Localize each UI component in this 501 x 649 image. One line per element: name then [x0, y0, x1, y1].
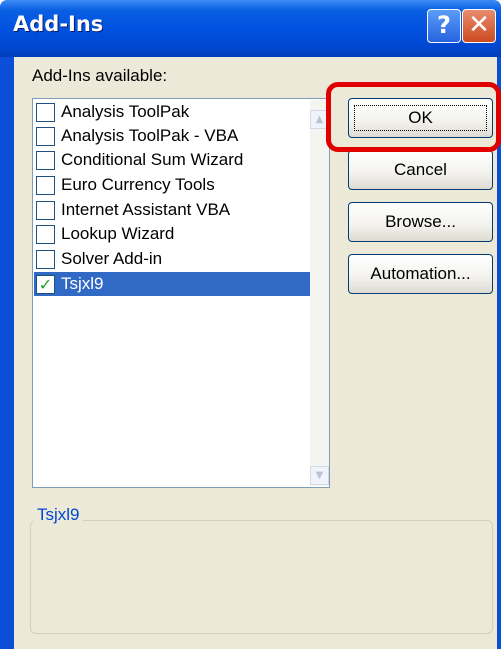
- browse-button[interactable]: Browse...: [348, 202, 493, 242]
- close-button[interactable]: ✕: [462, 9, 496, 43]
- checkbox[interactable]: [36, 250, 55, 269]
- list-item-conditional-sum-wizard[interactable]: Conditional Sum Wizard: [34, 148, 311, 172]
- add-ins-dialog: Add-Ins ? ✕ Add-Ins available: Analysis …: [0, 0, 501, 649]
- dialog-title: Add-Ins: [13, 12, 104, 36]
- scroll-down-button[interactable]: ▼: [310, 466, 329, 485]
- list-item-lookup-wizard[interactable]: Lookup Wizard: [34, 222, 311, 246]
- list-item-solver-add-in[interactable]: Solver Add-in: [34, 247, 311, 271]
- description-groupbox: [30, 520, 493, 634]
- checkbox[interactable]: [36, 103, 55, 122]
- description-groupbox-title: Tsjxl9: [34, 505, 83, 525]
- cancel-button-label: Cancel: [394, 160, 447, 179]
- checkbox[interactable]: [36, 127, 55, 146]
- add-ins-available-label: Add-Ins available:: [32, 66, 168, 85]
- title-bar[interactable]: Add-Ins ? ✕: [0, 0, 501, 57]
- checkbox[interactable]: [36, 151, 55, 170]
- chevron-up-icon: ▲: [315, 114, 324, 125]
- automation-button-label: Automation...: [370, 264, 471, 283]
- ok-highlight-annotation: [326, 82, 501, 152]
- close-icon: ✕: [468, 10, 490, 40]
- checkbox[interactable]: [36, 225, 55, 244]
- browse-button-label: Browse...: [385, 212, 456, 231]
- list-item-analysis-toolpak-vba[interactable]: Analysis ToolPak - VBA: [34, 124, 311, 148]
- automation-button[interactable]: Automation...: [348, 254, 493, 294]
- list-item-internet-assistant-vba[interactable]: Internet Assistant VBA: [34, 198, 311, 222]
- list-item-label: Lookup Wizard: [61, 224, 175, 243]
- help-button[interactable]: ?: [427, 9, 461, 43]
- list-item-label: Solver Add-in: [61, 249, 163, 268]
- list-item-label: Tsjxl9: [61, 274, 104, 293]
- list-item-tsjxl9[interactable]: ✓ Tsjxl9: [34, 272, 311, 296]
- window-frame-left: [0, 57, 14, 649]
- cancel-button[interactable]: Cancel: [348, 150, 493, 190]
- list-item-analysis-toolpak[interactable]: Analysis ToolPak: [34, 100, 311, 124]
- list-item-label: Analysis ToolPak - VBA: [61, 126, 239, 145]
- list-item-label: Euro Currency Tools: [61, 175, 215, 194]
- list-item-euro-currency-tools[interactable]: Euro Currency Tools: [34, 173, 311, 197]
- add-ins-list[interactable]: Analysis ToolPak Analysis ToolPak - VBA …: [32, 98, 330, 488]
- list-item-label: Internet Assistant VBA: [61, 200, 231, 219]
- chevron-down-icon: ▼: [315, 470, 324, 481]
- list-item-label: Analysis ToolPak: [61, 102, 190, 121]
- list-item-label: Conditional Sum Wizard: [61, 150, 244, 169]
- checkbox[interactable]: [36, 201, 55, 220]
- help-icon: ?: [437, 11, 451, 39]
- checkbox[interactable]: ✓: [36, 275, 55, 294]
- checkbox[interactable]: [36, 176, 55, 195]
- vertical-scrollbar[interactable]: ▲ ▼: [310, 100, 329, 486]
